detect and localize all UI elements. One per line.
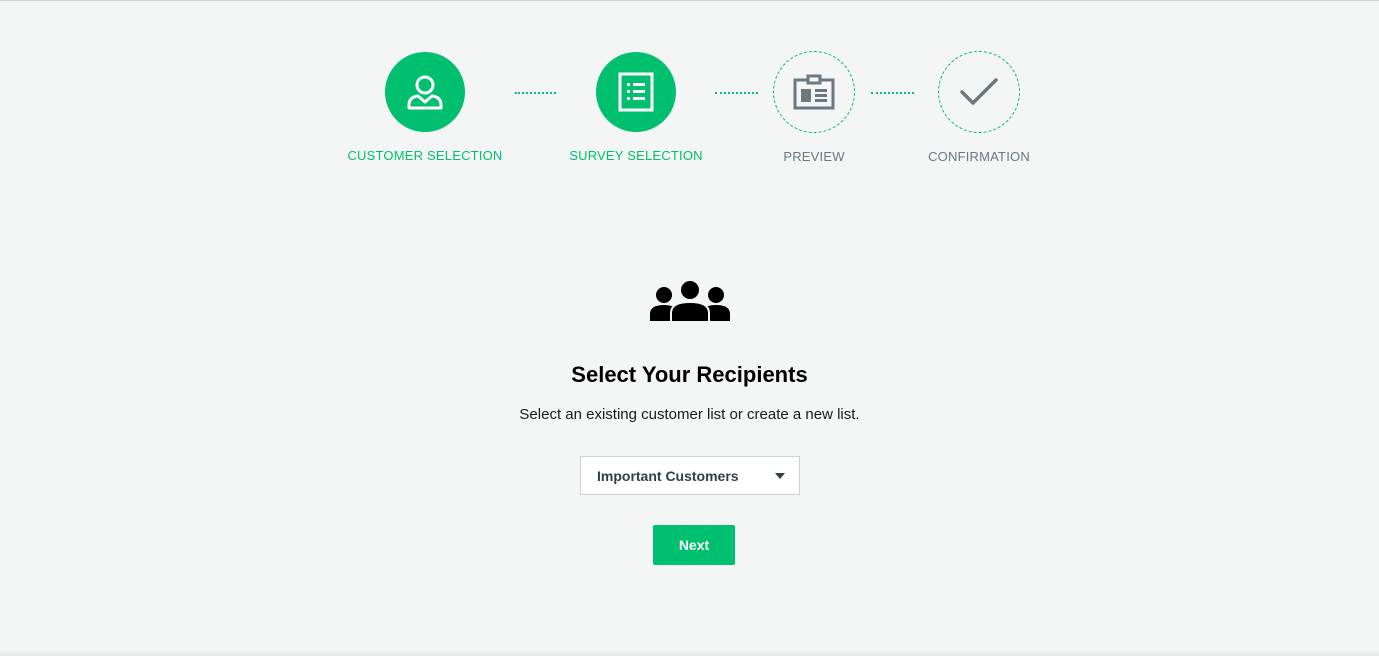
step-label-survey-selection: SURVEY SELECTION: [569, 148, 703, 163]
bottom-shade: [0, 650, 1379, 656]
survey-list-icon: [618, 72, 654, 112]
step-confirmation[interactable]: [938, 51, 1020, 133]
step-connector: [515, 92, 556, 94]
person-icon: [407, 75, 443, 110]
caret-down-icon: [775, 473, 785, 479]
checkmark-icon: [960, 78, 998, 105]
step-customer-selection[interactable]: [385, 52, 465, 132]
next-button[interactable]: Next: [653, 525, 735, 565]
step-preview[interactable]: [773, 51, 855, 133]
recipient-list-selected-value: Important Customers: [597, 467, 739, 484]
page-title: Select Your Recipients: [571, 362, 808, 387]
step-connector: [871, 92, 914, 94]
step-label-confirmation: CONFIRMATION: [928, 149, 1030, 164]
group-icon: [650, 280, 730, 323]
step-label-customer-selection: CUSTOMER SELECTION: [347, 148, 503, 163]
step-survey-selection[interactable]: [596, 52, 676, 132]
step-label-preview: PREVIEW: [783, 149, 845, 164]
page-subtitle: Select an existing customer list or crea…: [519, 406, 860, 423]
recipient-list-select[interactable]: Important Customers: [580, 456, 800, 495]
step-connector: [715, 92, 758, 94]
id-card-icon: [793, 74, 835, 110]
top-border: [0, 0, 1379, 1]
